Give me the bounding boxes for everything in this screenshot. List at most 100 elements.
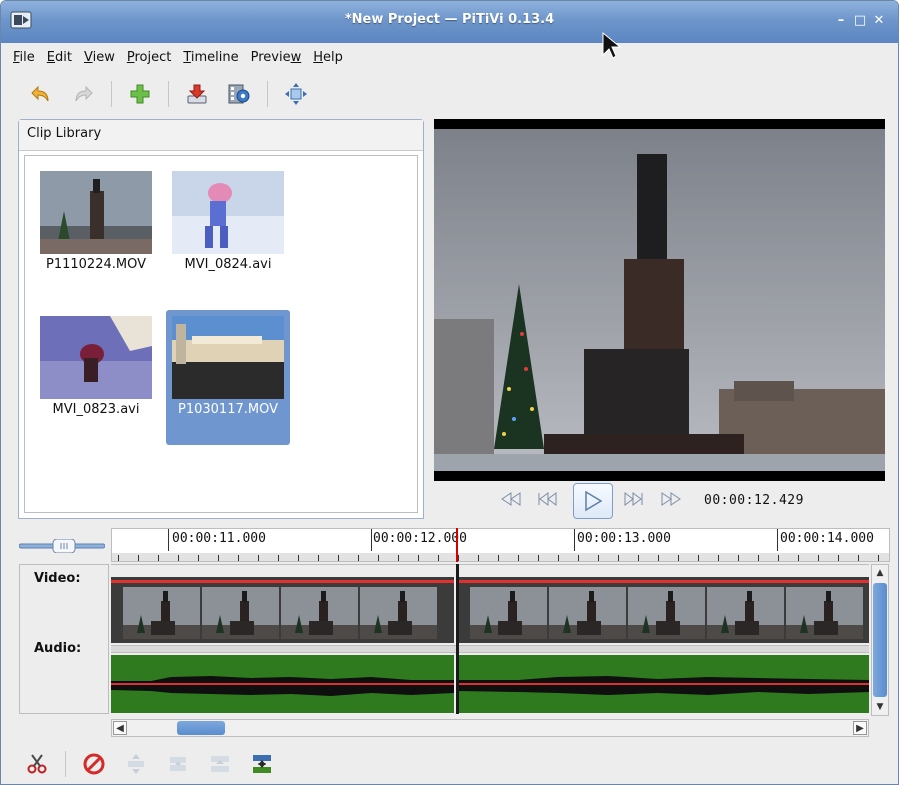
- timeline-tracks: [111, 564, 869, 714]
- ruler-tick: [598, 555, 599, 561]
- scroll-left-arrow[interactable]: ◀: [113, 721, 127, 735]
- menu-project[interactable]: Project: [121, 50, 178, 65]
- ruler-tick: [758, 555, 759, 561]
- video-frame-thumbnail: [281, 587, 358, 639]
- ruler-label: 00:00:13.000: [577, 531, 671, 546]
- ruler-tick: [518, 555, 519, 561]
- ruler-label: 00:00:11.000: [172, 531, 266, 546]
- playhead[interactable]: [456, 528, 458, 562]
- ruler-label: 00:00:12.000: [373, 531, 467, 546]
- volume-curve[interactable]: [111, 580, 454, 583]
- ruler-tick: [558, 555, 559, 561]
- clip-item[interactable]: P1110224.MOV: [34, 165, 158, 300]
- audio-track-label: Audio:: [34, 641, 82, 656]
- minimize-button[interactable]: –: [833, 13, 849, 29]
- import-button[interactable]: [183, 80, 211, 108]
- clip-name: P1110224.MOV: [46, 257, 146, 272]
- render-icon: [228, 84, 250, 104]
- ruler-tick: [438, 555, 439, 561]
- ruler-tick: [858, 555, 859, 561]
- clip-item[interactable]: MVI_0823.avi: [34, 310, 158, 445]
- ungroup-button[interactable]: [206, 750, 234, 778]
- import-clips-button[interactable]: [126, 80, 154, 108]
- video-clip[interactable]: [111, 577, 454, 643]
- scroll-right-arrow[interactable]: ▶: [853, 721, 867, 735]
- fast-forward-button[interactable]: [659, 487, 683, 511]
- clip-item-selected[interactable]: P1030117.MOV: [166, 310, 290, 445]
- rewind-button[interactable]: [499, 487, 523, 511]
- undo-button[interactable]: [27, 80, 55, 108]
- split-button[interactable]: [23, 750, 51, 778]
- menu-view[interactable]: View: [78, 50, 121, 65]
- fullscreen-icon: [285, 83, 307, 105]
- group-button[interactable]: [248, 750, 276, 778]
- scroll-down-arrow[interactable]: ▼: [873, 700, 887, 714]
- ruler-tick: [678, 555, 679, 561]
- clip-thumbnail: [172, 171, 284, 254]
- ungroup-icon: [211, 755, 229, 772]
- ruler-tick: [478, 555, 479, 561]
- delete-button[interactable]: [80, 750, 108, 778]
- skip-forward-icon: [624, 492, 643, 506]
- ruler-tick: [638, 555, 639, 561]
- audio-clip[interactable]: [458, 655, 869, 713]
- menu-file[interactable]: File: [7, 50, 41, 65]
- audio-clip[interactable]: [111, 655, 454, 713]
- ruler-tick: [798, 555, 799, 561]
- video-track-label: Video:: [34, 571, 81, 586]
- ruler-tick: [738, 555, 739, 561]
- clip-library-list[interactable]: P1110224.MOV MVI_0824.avi MVI_0823.avi P…: [24, 155, 418, 513]
- import-icon: [187, 84, 207, 104]
- title-bar[interactable]: *New Project — PiTiVi 0.13.4 – □ ✕: [1, 1, 898, 43]
- timecode-display: 00:00:12.429: [704, 493, 804, 508]
- unlink-icon: [128, 753, 144, 774]
- main-toolbar: [1, 71, 898, 117]
- menu-preview[interactable]: Preview: [245, 50, 308, 65]
- delete-icon: [83, 753, 105, 774]
- add-clip-icon: [130, 84, 150, 104]
- ruler-tick: [178, 555, 179, 561]
- ruler-tick: [298, 555, 299, 561]
- maximize-button[interactable]: □: [852, 13, 868, 29]
- ruler-tick: [718, 555, 719, 561]
- render-button[interactable]: [225, 80, 253, 108]
- clip-thumbnail: [40, 171, 152, 254]
- timeline-zoom-slider[interactable]: [18, 538, 106, 554]
- undo-icon: [31, 85, 49, 102]
- volume-curve[interactable]: [458, 683, 869, 685]
- scroll-up-arrow[interactable]: ▲: [873, 566, 887, 580]
- clip-item[interactable]: MVI_0824.avi: [166, 165, 290, 300]
- rewind-icon: [501, 492, 521, 506]
- ruler-tick: [658, 555, 659, 561]
- clip-library-tab[interactable]: Clip Library: [19, 120, 423, 151]
- link-button[interactable]: [164, 750, 192, 778]
- play-icon: [585, 490, 603, 512]
- play-button[interactable]: [573, 483, 613, 519]
- ruler-label: 00:00:14.000: [780, 531, 874, 546]
- timeline-vertical-scrollbar[interactable]: ▲ ▼: [871, 564, 889, 716]
- scroll-thumb[interactable]: [873, 583, 887, 697]
- go-to-end-button[interactable]: [622, 487, 646, 511]
- clip-name: MVI_0824.avi: [184, 257, 272, 272]
- redo-icon: [75, 85, 93, 102]
- timeline-ruler[interactable]: 00:00:11.000 00:00:12.000 00:00:13.000 0…: [111, 528, 890, 562]
- menu-help[interactable]: Help: [307, 50, 349, 65]
- ruler-tick: [238, 555, 239, 561]
- volume-curve[interactable]: [111, 683, 454, 685]
- ruler-tick: [258, 555, 259, 561]
- ruler-tick: [418, 555, 419, 561]
- scroll-thumb[interactable]: [177, 721, 225, 735]
- timeline-horizontal-scrollbar[interactable]: ◀ ▶: [111, 719, 869, 737]
- ruler-tick: [118, 555, 119, 561]
- fullscreen-button[interactable]: [282, 80, 310, 108]
- unlink-button[interactable]: [122, 750, 150, 778]
- menu-edit[interactable]: Edit: [41, 50, 78, 65]
- group-icon: [253, 754, 271, 773]
- redo-button[interactable]: [69, 80, 97, 108]
- menu-timeline[interactable]: Timeline: [177, 50, 244, 65]
- volume-curve[interactable]: [458, 580, 869, 583]
- go-to-start-button[interactable]: [535, 487, 559, 511]
- video-clip[interactable]: [458, 577, 869, 643]
- ruler-tick: [578, 555, 579, 561]
- close-button[interactable]: ✕: [871, 13, 887, 29]
